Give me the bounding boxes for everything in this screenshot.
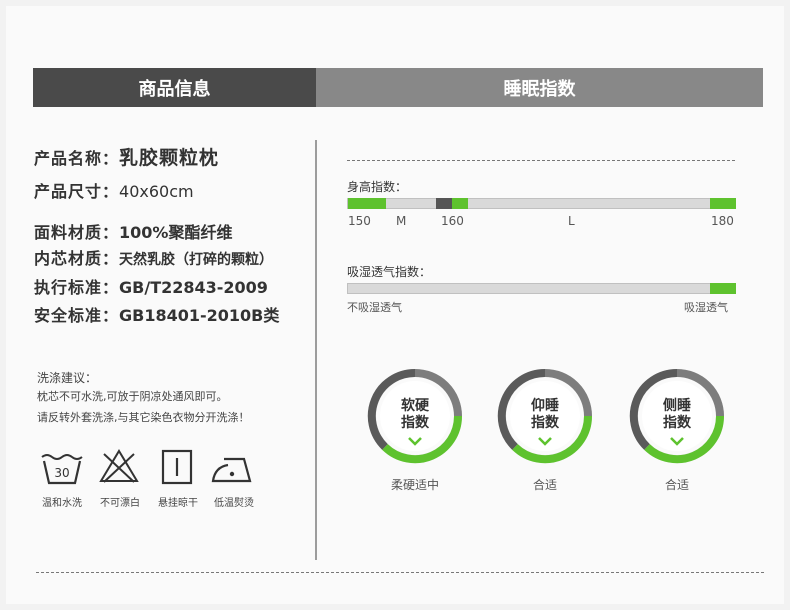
header-sleep-index: 睡眠指数 (316, 68, 763, 107)
height-tick-m: M (396, 214, 407, 228)
info-value: 100%聚酯纤维 (119, 223, 233, 242)
height-segment-150 (348, 198, 386, 209)
dial-side-sleep: 侧睡 指数 (629, 368, 725, 464)
height-tick-150: 150 (348, 214, 371, 228)
dial-text: 仰睡 指数 (497, 398, 593, 432)
care-line-1: 枕芯不可水洗,可放于阴凉处通风即可。 (37, 390, 228, 403)
height-tick-180: 180 (711, 214, 734, 228)
care-label-iron: 低温熨烫 (214, 498, 254, 509)
info-value: 天然乳胶（打碎的颗粒） (119, 252, 274, 268)
care-title: 洗涤建议： (37, 371, 98, 385)
dial-label-side-sleep: 合适 (664, 478, 689, 492)
low-iron-icon (211, 457, 252, 483)
breath-index-bar (347, 283, 736, 294)
height-segment-180 (710, 198, 736, 209)
info-row-size: 产品尺寸：40x60cm (34, 178, 194, 202)
breath-index-title: 吸湿透气指数： (347, 265, 432, 279)
info-value: GB18401-2010B类 (119, 306, 280, 325)
info-row-standard: 执行标准：GB/T22843-2009 (34, 274, 268, 298)
info-row-name: 产品名称：乳胶颗粒枕 (34, 143, 219, 170)
dial-text: 侧睡 指数 (629, 398, 725, 432)
dial-line-1: 仰睡 (531, 398, 559, 414)
care-label-dry: 悬挂晾干 (158, 498, 198, 509)
care-line-2: 请反转外套洗涤,与其它染色衣物分开洗涤！ (37, 411, 250, 424)
dashed-separator-top (347, 160, 735, 161)
height-segment-160 (452, 198, 468, 209)
info-row-fabric: 面料材质：100%聚酯纤维 (34, 219, 232, 243)
info-label: 安全标准： (34, 306, 120, 325)
info-label: 产品尺寸： (34, 182, 120, 201)
height-segment-marker (436, 198, 452, 209)
care-label-wash: 温和水洗 (42, 498, 82, 509)
no-bleach-icon (99, 449, 139, 483)
height-tick-160: 160 (441, 214, 464, 228)
dial-line-2: 指数 (401, 415, 429, 431)
dial-back-sleep: 仰睡 指数 (497, 368, 593, 464)
chevron-down-icon (538, 437, 552, 446)
hang-dry-icon (161, 449, 193, 485)
dial-line-2: 指数 (531, 415, 559, 431)
care-label-bleach: 不可漂白 (100, 498, 140, 509)
info-value: 40x60cm (119, 182, 194, 201)
dial-line-2: 指数 (663, 415, 691, 431)
dial-label-back-sleep: 合适 (532, 478, 557, 492)
dial-line-1: 软硬 (401, 398, 429, 414)
header-product-info: 商品信息 (33, 68, 316, 107)
dial-line-1: 侧睡 (663, 398, 691, 414)
info-label: 内芯材质： (34, 249, 120, 268)
breath-label-low: 不吸湿透气 (347, 301, 402, 314)
info-label: 产品名称： (34, 149, 120, 168)
dial-label-firmness: 柔硬适中 (390, 478, 439, 492)
info-label: 执行标准： (34, 278, 120, 297)
wash-30-icon: 30 (41, 454, 83, 485)
dial-firmness: 软硬 指数 (367, 368, 463, 464)
info-label: 面料材质： (34, 223, 120, 242)
info-row-safety: 安全标准：GB18401-2010B类 (34, 302, 279, 326)
wash-temperature: 30 (54, 466, 69, 480)
breath-segment-high (710, 283, 736, 294)
height-tick-l: L (568, 214, 575, 228)
info-row-core: 内芯材质：天然乳胶（打碎的颗粒） (34, 245, 273, 269)
divider (315, 140, 317, 560)
dial-text: 软硬 指数 (367, 398, 463, 432)
info-value: GB/T22843-2009 (119, 278, 268, 297)
chevron-down-icon (408, 437, 422, 446)
height-index-bar (347, 198, 736, 209)
dashed-separator-bottom (36, 572, 764, 573)
info-value: 乳胶颗粒枕 (119, 147, 220, 169)
chevron-down-icon (670, 437, 684, 446)
height-index-title: 身高指数： (347, 180, 408, 194)
breath-label-high: 吸湿透气 (684, 301, 728, 314)
